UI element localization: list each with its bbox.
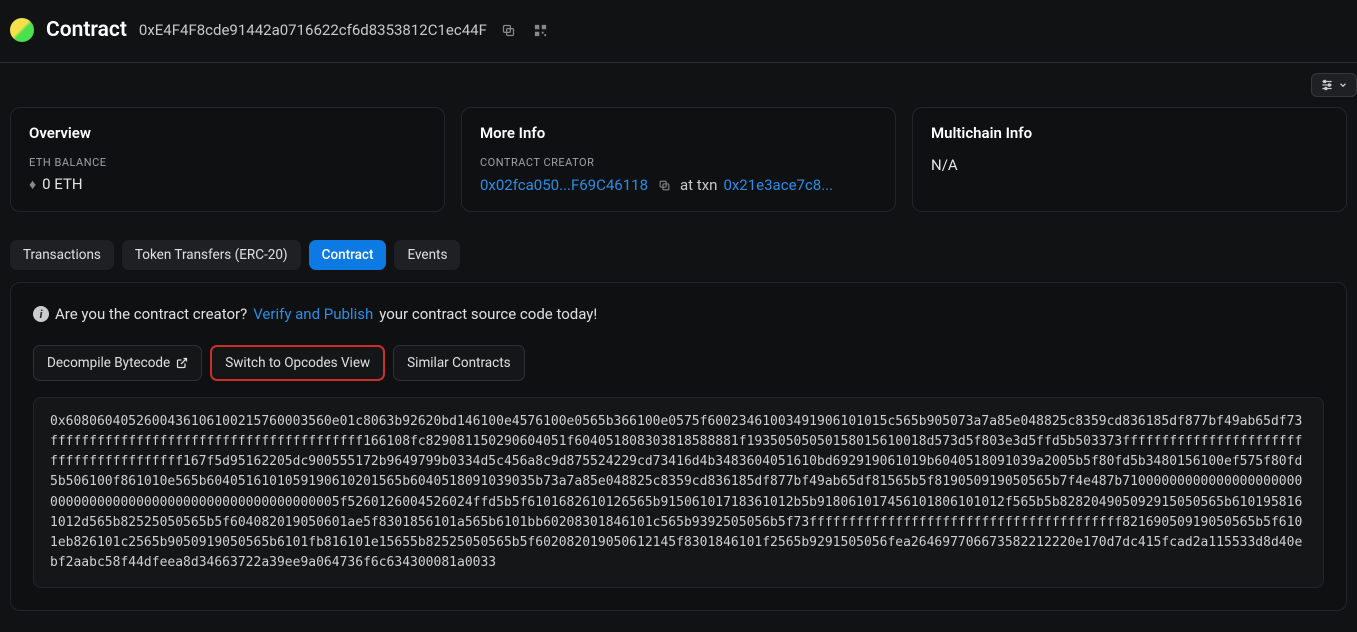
external-link-icon — [176, 357, 188, 369]
bytecode-display[interactable]: 0x6080604052600436106100215760003560e01c… — [33, 397, 1324, 588]
multichain-card: Multichain Info N/A — [912, 107, 1347, 212]
verify-suffix: your contract source code today! — [379, 305, 597, 323]
tab-contract[interactable]: Contract — [309, 240, 387, 270]
txn-hash-link[interactable]: 0x21e3ace7c8... — [723, 176, 833, 194]
balance-value: 0 ETH — [42, 175, 82, 193]
copy-icon[interactable] — [499, 20, 519, 40]
tab-transactions[interactable]: Transactions — [10, 240, 114, 270]
overview-title: Overview — [29, 124, 426, 142]
moreinfo-title: More Info — [480, 124, 877, 142]
opcodes-button[interactable]: Switch to Opcodes View — [210, 345, 385, 381]
page-title: Contract — [46, 18, 127, 42]
creator-address-link[interactable]: 0x02fca050...F69C46118 — [480, 176, 648, 194]
eth-icon: ♦ — [29, 176, 36, 193]
chevron-down-icon — [1338, 80, 1348, 90]
verify-prefix: Are you the contract creator? — [55, 305, 247, 323]
multichain-value: N/A — [931, 156, 1328, 174]
decompile-button[interactable]: Decompile Bytecode — [33, 345, 202, 381]
at-txn-text: at txn — [680, 176, 717, 194]
verify-publish-link[interactable]: Verify and Publish — [253, 305, 373, 323]
contract-avatar — [10, 18, 34, 42]
filter-button[interactable] — [1311, 73, 1357, 97]
decompile-label: Decompile Bytecode — [47, 355, 170, 371]
overview-card: Overview ETH BALANCE ♦ 0 ETH — [10, 107, 445, 212]
creator-label: CONTRACT CREATOR — [480, 156, 877, 169]
contract-panel: i Are you the contract creator? Verify a… — [10, 282, 1347, 611]
balance-label: ETH BALANCE — [29, 156, 426, 169]
contract-address: 0xE4F4F8cde91442a0716622cf6d8353812C1ec4… — [139, 21, 487, 39]
similar-contracts-button[interactable]: Similar Contracts — [393, 345, 524, 381]
moreinfo-card: More Info CONTRACT CREATOR 0x02fca050...… — [461, 107, 896, 212]
copy-creator-icon[interactable] — [654, 175, 674, 195]
tab-events[interactable]: Events — [394, 240, 460, 270]
qr-icon[interactable] — [531, 20, 551, 40]
tab-token-transfers[interactable]: Token Transfers (ERC-20) — [122, 240, 301, 270]
info-icon: i — [33, 306, 49, 322]
multichain-title: Multichain Info — [931, 124, 1328, 142]
